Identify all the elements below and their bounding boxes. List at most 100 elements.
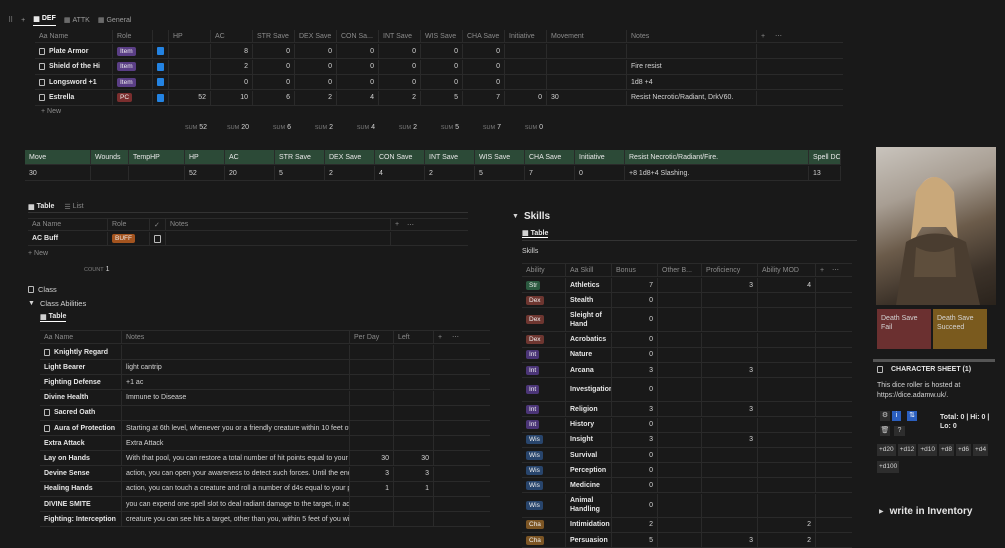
ability-cell[interactable]: Int — [522, 417, 566, 432]
dice-button[interactable]: +d12 — [897, 444, 917, 456]
table-cell[interactable] — [394, 375, 434, 390]
tab-list[interactable]: ☰ List — [64, 203, 83, 211]
table-cell[interactable]: 0 — [612, 493, 658, 517]
table-cell[interactable] — [658, 347, 702, 362]
row-name[interactable]: Extra Attack — [40, 436, 122, 451]
row-name[interactable]: DIVINE SMITE — [40, 497, 122, 511]
table-cell[interactable] — [394, 405, 434, 420]
help-icon[interactable]: ? — [894, 426, 905, 436]
table-cell[interactable]: 0 — [612, 463, 658, 478]
table-row[interactable]: Int Arcana 3 3 — [522, 363, 852, 378]
dice-button[interactable]: +d10 — [918, 444, 937, 456]
ability-cell[interactable]: Int — [522, 363, 566, 377]
table-cell[interactable]: 2 — [379, 90, 421, 105]
checkbox-cell[interactable] — [153, 75, 169, 89]
table-cell[interactable] — [758, 293, 816, 308]
table-cell[interactable]: 0 — [379, 75, 421, 89]
table-cell[interactable] — [658, 533, 702, 547]
table-cell[interactable]: 1 — [350, 481, 394, 496]
table-cell[interactable] — [658, 402, 702, 417]
table-cell[interactable]: 5 — [421, 90, 463, 105]
column-header[interactable]: Notes — [166, 219, 391, 230]
tab-table[interactable]: ▦ Table — [522, 229, 549, 238]
row-name[interactable]: Religion — [566, 402, 612, 417]
table-cell[interactable]: 5 — [612, 533, 658, 547]
table-cell[interactable] — [505, 44, 547, 58]
class-page-link[interactable]: Class — [28, 283, 488, 296]
table-cell[interactable]: 0 — [612, 308, 658, 332]
table-cell[interactable]: creature you can see hits a target, othe… — [122, 512, 350, 527]
column-header[interactable]: Role — [108, 219, 150, 230]
row-name[interactable]: Insight — [566, 432, 612, 447]
table-cell[interactable] — [394, 512, 434, 527]
table-cell[interactable]: 3 — [702, 533, 758, 547]
tab-def[interactable]: ▦ DEF — [33, 15, 56, 26]
new-row-button[interactable]: + New — [41, 108, 61, 115]
table-cell[interactable] — [758, 463, 816, 478]
row-name[interactable]: Estrella — [35, 90, 113, 105]
row-name[interactable]: Persuasion — [566, 533, 612, 547]
table-cell[interactable] — [758, 432, 816, 447]
table-cell[interactable] — [169, 59, 211, 74]
table-cell[interactable] — [758, 417, 816, 432]
table-cell[interactable]: 3 — [612, 432, 658, 447]
table-row[interactable]: Wis Animal Handling 0 — [522, 493, 852, 518]
table-cell[interactable]: 2 — [295, 90, 337, 105]
row-name[interactable]: Lay on Hands — [40, 451, 122, 466]
table-cell[interactable]: 52 — [169, 90, 211, 105]
more-icon[interactable]: ⋯ — [771, 30, 785, 42]
table-cell[interactable] — [702, 417, 758, 432]
column-header[interactable]: Notes — [627, 30, 757, 42]
row-name[interactable]: Healing Hands — [40, 481, 122, 496]
row-name[interactable]: Survival — [566, 448, 612, 462]
table-cell[interactable] — [122, 345, 350, 359]
trash-icon[interactable]: 🗑 — [880, 426, 890, 436]
table-cell[interactable] — [658, 417, 702, 432]
table-cell[interactable] — [702, 517, 758, 532]
table-row[interactable]: Devine Sense action, you can open your aw… — [40, 466, 490, 482]
table-cell[interactable] — [394, 390, 434, 405]
table-cell[interactable] — [702, 478, 758, 493]
table-cell[interactable] — [702, 293, 758, 308]
table-cell[interactable]: 0 — [463, 59, 505, 74]
table-row[interactable]: Fighting: Interception creature you can s… — [40, 512, 490, 528]
table-cell[interactable]: 0 — [612, 478, 658, 493]
table-cell[interactable]: 8 — [211, 44, 253, 58]
table-cell[interactable] — [350, 360, 394, 375]
dice-button[interactable]: +d100 — [877, 461, 900, 473]
table-cell[interactable]: 0 — [505, 90, 547, 105]
table-cell[interactable] — [702, 448, 758, 462]
table-row[interactable]: Int Nature 0 — [522, 347, 852, 363]
table-cell[interactable]: 0 — [612, 417, 658, 432]
table-cell[interactable]: 3 — [702, 363, 758, 377]
death-save-fail[interactable]: Death Save Fail — [877, 309, 931, 349]
dice-button[interactable]: +d6 — [956, 444, 972, 456]
ability-cell[interactable]: Cha — [522, 533, 566, 547]
add-column-icon[interactable]: + — [434, 331, 448, 343]
ability-cell[interactable]: Wis — [522, 463, 566, 478]
column-header[interactable]: Aa Name — [28, 219, 108, 230]
drag-handle-icon[interactable]: ⠿ — [8, 16, 13, 24]
table-cell[interactable]: 2 — [211, 59, 253, 74]
ability-cell[interactable]: Dex — [522, 332, 566, 347]
table-row[interactable]: Estrella PC 52 10 6 2 4 2 5 7 0 30 Resist Necrotic/R… — [35, 90, 843, 106]
ability-cell[interactable]: Wis — [522, 478, 566, 493]
row-name[interactable]: Plate Armor — [35, 44, 113, 58]
table-cell[interactable]: 3 — [612, 402, 658, 417]
row-name[interactable]: History — [566, 417, 612, 432]
row-name[interactable]: Arcana — [566, 363, 612, 377]
table-cell[interactable] — [350, 497, 394, 511]
table-row[interactable]: Dex Stealth 0 — [522, 293, 852, 309]
table-cell[interactable] — [758, 363, 816, 377]
table-row[interactable]: Wis Insight 3 3 — [522, 432, 852, 448]
table-cell[interactable]: 3 — [350, 466, 394, 481]
tab-general[interactable]: ▦ General — [98, 16, 132, 25]
table-cell[interactable] — [658, 278, 702, 292]
table-cell[interactable] — [547, 44, 627, 58]
column-header[interactable]: Per Day — [350, 331, 394, 343]
table-cell[interactable] — [658, 363, 702, 377]
table-cell[interactable]: 3 — [702, 432, 758, 447]
table-cell[interactable]: 3 — [702, 278, 758, 292]
table-row[interactable]: Cha Intimidation 2 2 — [522, 517, 852, 533]
checkbox-cell[interactable] — [153, 44, 169, 58]
